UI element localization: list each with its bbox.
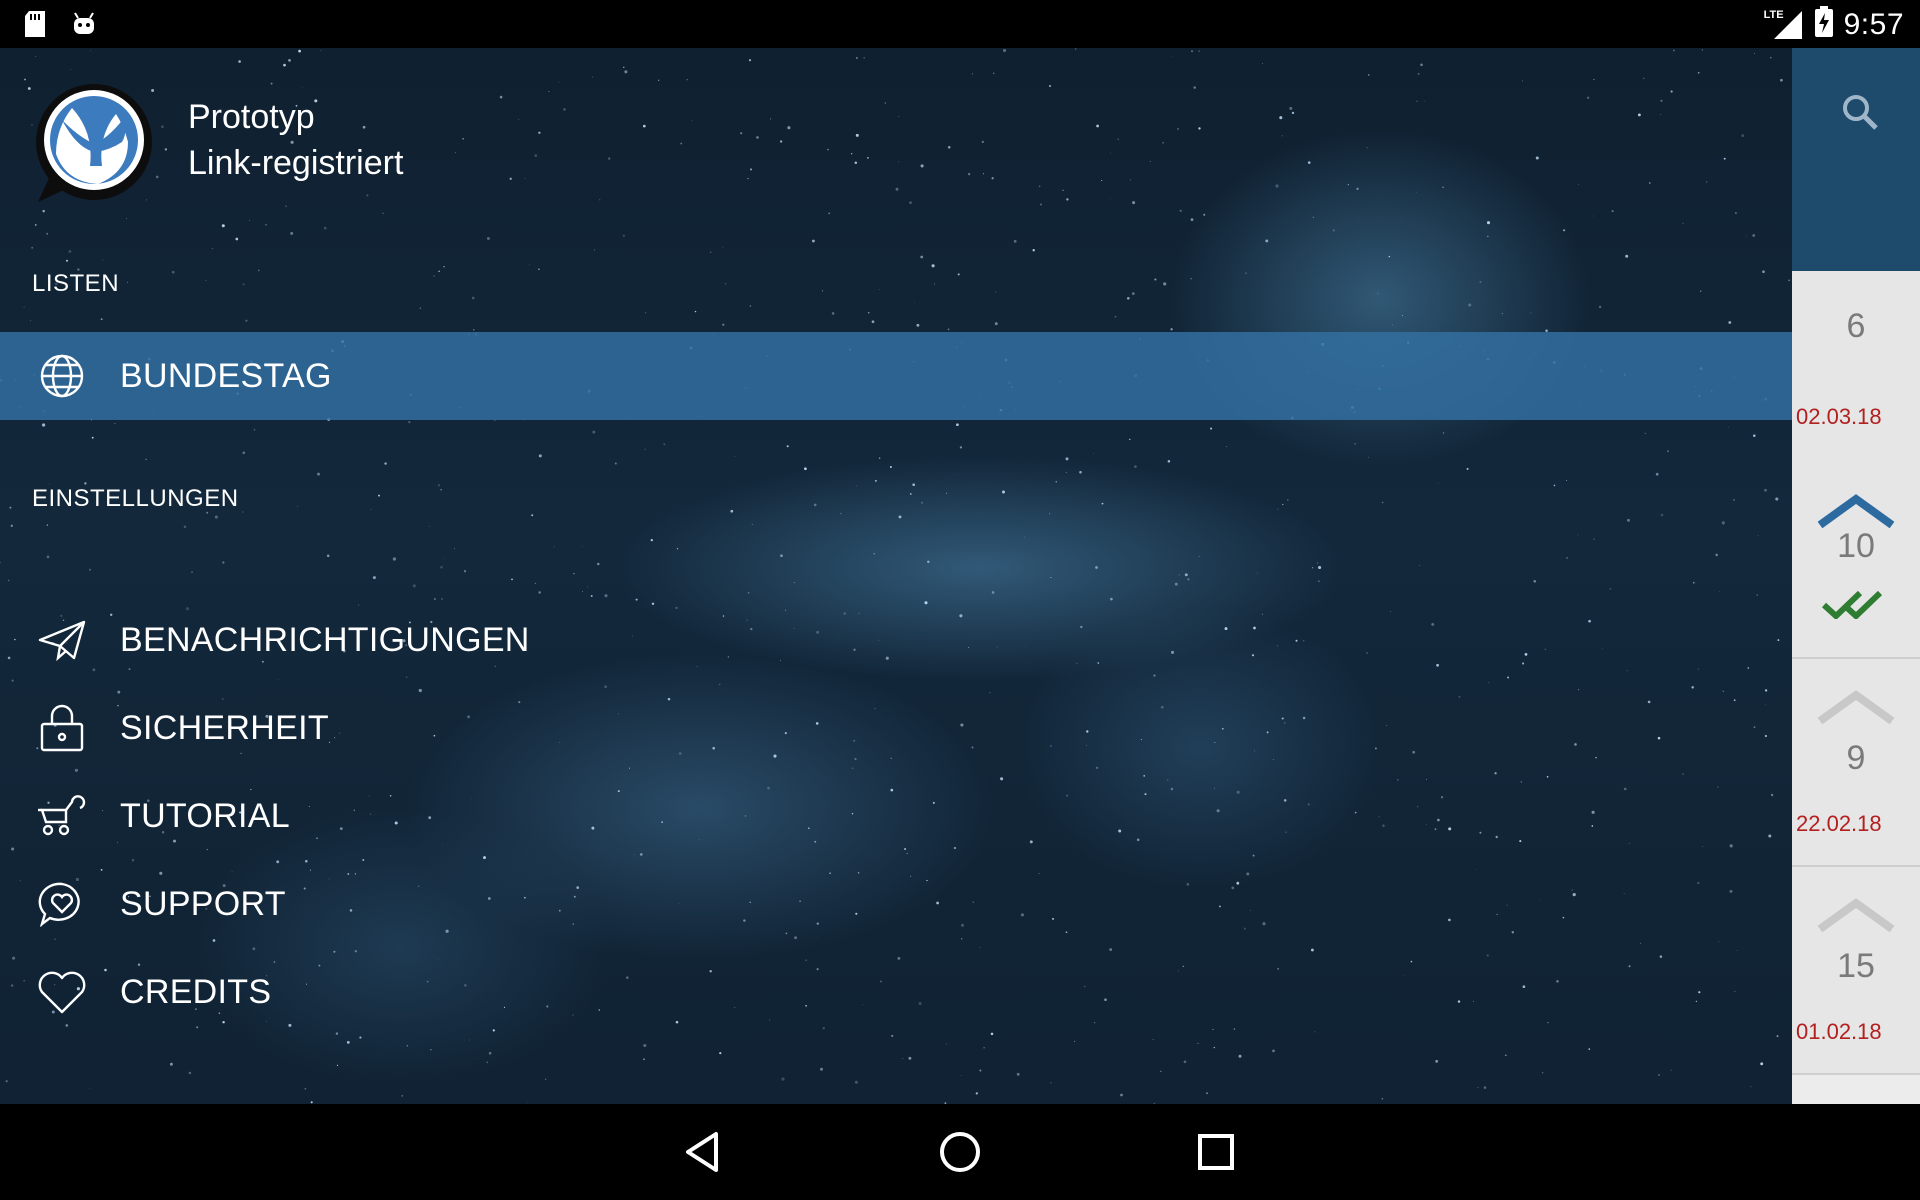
drawer-item-label: SUPPORT: [120, 884, 286, 923]
drawer-item-tutorial[interactable]: TUTORIAL: [0, 772, 1792, 860]
vote-count: 15: [1837, 947, 1875, 985]
drawer-item-security[interactable]: SICHERHEIT: [0, 684, 1792, 772]
background-list: 6 02.03.18 10 9 22.02.18 15 01.02.18: [1792, 48, 1920, 1104]
back-icon[interactable]: [680, 1128, 728, 1176]
vote-count: 9: [1846, 739, 1866, 777]
account-status: Link-registriert: [188, 144, 404, 182]
search-icon[interactable]: [1840, 92, 1880, 137]
drawer-item-label: BENACHRICHTIGUNGEN: [120, 620, 530, 659]
navigation-bar: [0, 1104, 1920, 1200]
drawer-item-support[interactable]: SUPPORT: [0, 860, 1792, 948]
lte-signal-icon: LTE: [1764, 9, 1804, 41]
drawer-header: Prototyp Link-registriert: [0, 48, 1792, 248]
app-logo-avatar[interactable]: [32, 80, 156, 204]
list-card[interactable]: 15 01.02.18: [1792, 867, 1920, 1075]
section-header-lists: LISTEN: [32, 270, 120, 297]
vote-count: 10: [1837, 527, 1875, 565]
vote-count: 6: [1846, 307, 1866, 345]
upvote-chevron-icon[interactable]: [1814, 687, 1898, 732]
android-icon: [70, 10, 98, 43]
status-bar: LTE 9:57: [0, 0, 1920, 48]
sd-card-icon: [22, 10, 48, 43]
heart-chat-icon: [36, 880, 88, 928]
upvote-chevron-icon[interactable]: [1814, 895, 1898, 940]
lock-icon: [36, 704, 88, 752]
recents-icon[interactable]: [1192, 1128, 1240, 1176]
double-check-icon: [1816, 589, 1896, 624]
app-toolbar: [1792, 48, 1920, 271]
globe-icon: [36, 352, 88, 400]
account-name: Prototyp: [188, 98, 315, 136]
drawer-item-label: SICHERHEIT: [120, 708, 329, 747]
home-icon[interactable]: [936, 1128, 984, 1176]
baby-stroller-icon: [36, 792, 88, 840]
list-card[interactable]: 9 22.02.18: [1792, 659, 1920, 867]
drawer-item-credits[interactable]: CREDITS: [0, 948, 1792, 1036]
card-date: 01.02.18: [1796, 1019, 1882, 1044]
card-date: 02.03.18: [1796, 404, 1882, 429]
list-card[interactable]: 10: [1792, 463, 1920, 659]
navigation-drawer: Prototyp Link-registriert LISTEN BUNDEST…: [0, 48, 1792, 1104]
section-header-settings: EINSTELLUNGEN: [32, 485, 239, 512]
paper-plane-icon: [36, 616, 88, 664]
drawer-item-bundestag[interactable]: BUNDESTAG: [0, 332, 1792, 420]
card-date: 22.02.18: [1796, 811, 1882, 836]
battery-charging-icon: [1814, 6, 1834, 43]
drawer-item-label: BUNDESTAG: [120, 356, 332, 395]
network-label: LTE: [1763, 8, 1784, 21]
drawer-item-notifications[interactable]: BENACHRICHTIGUNGEN: [0, 596, 1792, 684]
drawer-item-label: TUTORIAL: [120, 796, 290, 835]
clock: 9:57: [1843, 7, 1904, 41]
drawer-item-label: CREDITS: [120, 972, 272, 1011]
heart-icon: [36, 968, 88, 1016]
